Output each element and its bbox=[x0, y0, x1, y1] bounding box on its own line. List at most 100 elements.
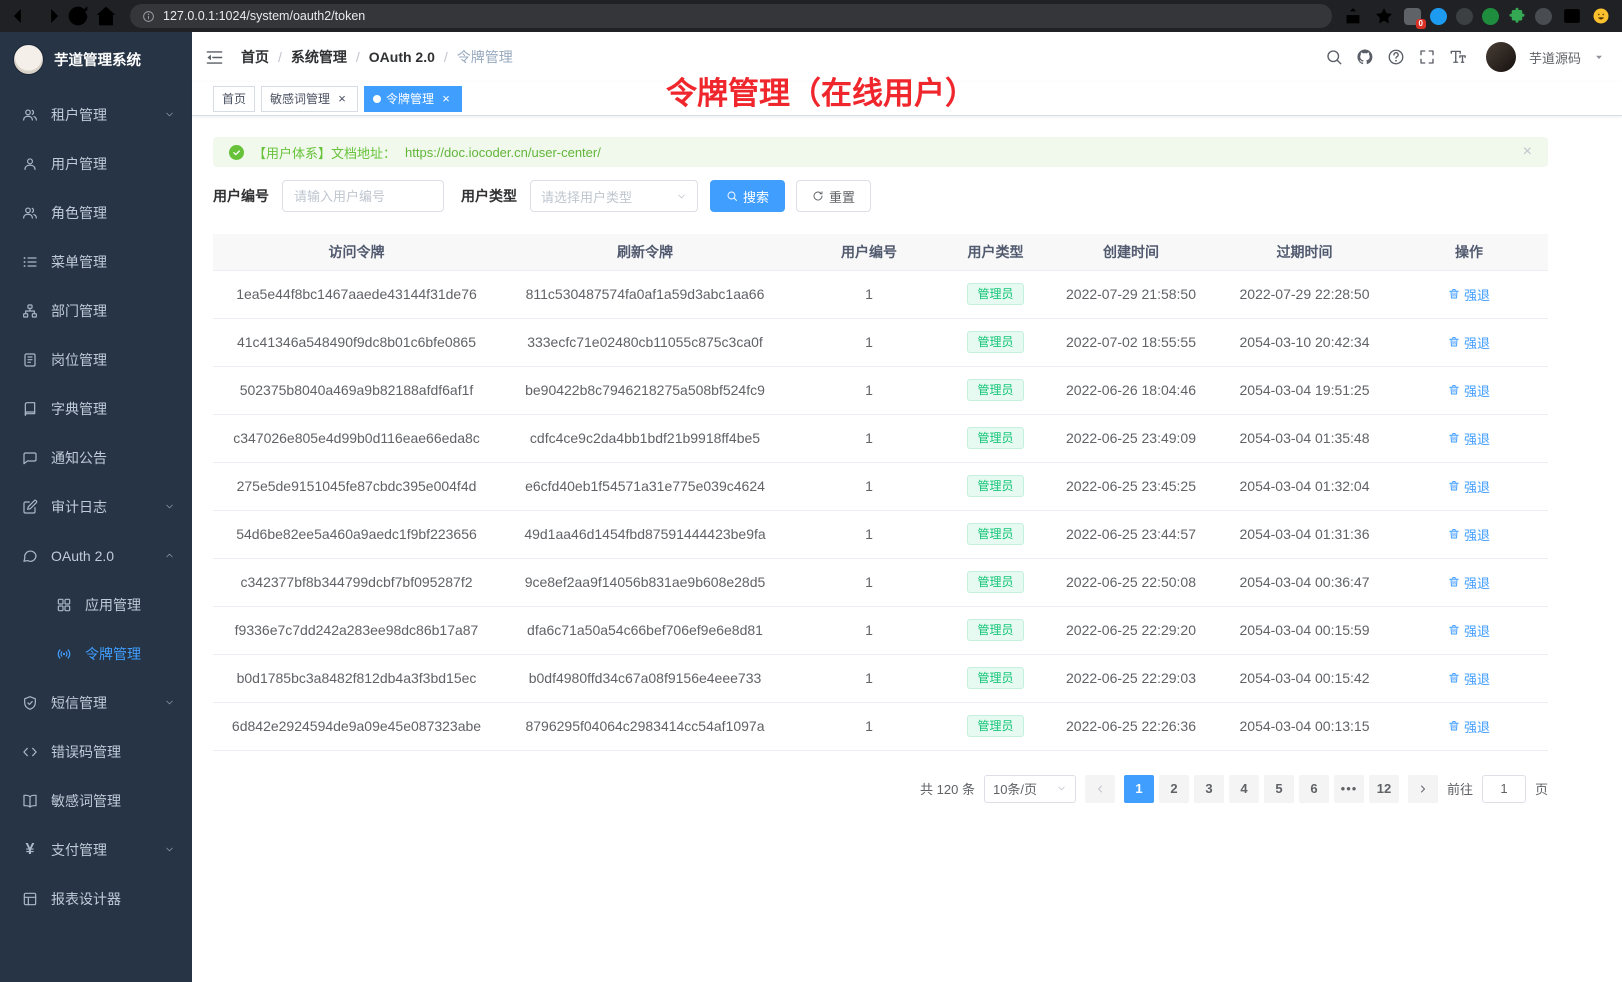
create-time-cell: 2022-06-25 22:26:36 bbox=[1043, 702, 1219, 750]
table-row: 6d842e2924594de9a09e45e087323abe8796295f… bbox=[213, 702, 1548, 750]
pager-page-4[interactable]: 4 bbox=[1229, 775, 1259, 803]
alert-close-icon[interactable]: × bbox=[1523, 143, 1532, 161]
goto-page-input[interactable] bbox=[1482, 775, 1526, 803]
extension-blue-icon[interactable] bbox=[1430, 8, 1447, 25]
breadcrumb-oauth[interactable]: OAuth 2.0 bbox=[369, 49, 435, 65]
sidebar-item-sms[interactable]: 短信管理 bbox=[0, 678, 192, 727]
force-logout-button[interactable]: 强退 bbox=[1448, 669, 1490, 688]
sidebar-item-label: 令牌管理 bbox=[85, 644, 175, 664]
user-type-tag: 管理员 bbox=[967, 379, 1023, 401]
sidebar-item-report[interactable]: 报表设计器 bbox=[0, 874, 192, 923]
search-icon[interactable] bbox=[1325, 48, 1343, 66]
home-icon[interactable] bbox=[92, 3, 120, 29]
tab-home[interactable]: 首页 bbox=[213, 86, 255, 112]
collapse-sidebar-icon[interactable] bbox=[205, 48, 224, 67]
edit-icon bbox=[21, 499, 39, 515]
url-text: 127.0.0.1:1024/system/oauth2/token bbox=[163, 9, 365, 23]
sidebar-item-dict[interactable]: 字典管理 bbox=[0, 384, 192, 433]
page-size-select[interactable]: 10条/页 bbox=[984, 775, 1076, 803]
trash-icon bbox=[1448, 384, 1460, 396]
action-cell: 强退 bbox=[1390, 270, 1548, 318]
user-id-cell: 1 bbox=[790, 414, 948, 462]
pager-page-5[interactable]: 5 bbox=[1264, 775, 1294, 803]
force-logout-button[interactable]: 强退 bbox=[1448, 621, 1490, 640]
sidebar-item-label: 错误码管理 bbox=[51, 742, 175, 762]
site-info-icon[interactable] bbox=[142, 10, 155, 23]
extensions-puzzle-icon[interactable] bbox=[1508, 7, 1526, 25]
sidebar-item-role[interactable]: 角色管理 bbox=[0, 188, 192, 237]
expire-time-cell: 2054-03-04 01:31:36 bbox=[1219, 510, 1390, 558]
sidebar-item-tenant[interactable]: 租户管理 bbox=[0, 90, 192, 139]
pager-page-12[interactable]: 12 bbox=[1369, 775, 1399, 803]
sidebar-item-notice[interactable]: 通知公告 bbox=[0, 433, 192, 482]
force-logout-button[interactable]: 强退 bbox=[1448, 525, 1490, 544]
user-avatar[interactable] bbox=[1486, 42, 1516, 72]
user-name[interactable]: 芋道源码 bbox=[1529, 48, 1581, 67]
action-cell: 强退 bbox=[1390, 366, 1548, 414]
fullscreen-icon[interactable] bbox=[1418, 48, 1436, 66]
font-size-icon[interactable] bbox=[1449, 48, 1467, 66]
sidebar-item-menu[interactable]: 菜单管理 bbox=[0, 237, 192, 286]
sidebar-item-oauth2[interactable]: OAuth 2.0 bbox=[0, 531, 192, 580]
sidebar-item-user[interactable]: 用户管理 bbox=[0, 139, 192, 188]
sidebar-item-audit-log[interactable]: 审计日志 bbox=[0, 482, 192, 531]
pager-page-2[interactable]: 2 bbox=[1159, 775, 1189, 803]
github-icon[interactable] bbox=[1356, 48, 1374, 66]
pager-next-button[interactable] bbox=[1408, 775, 1438, 803]
bookmark-star-icon[interactable] bbox=[1373, 3, 1395, 29]
close-icon[interactable]: × bbox=[335, 92, 349, 106]
extension-green-icon[interactable] bbox=[1482, 8, 1499, 25]
pager-more-button[interactable]: ••• bbox=[1334, 775, 1364, 803]
tab-sensitive-word[interactable]: 敏感词管理 × bbox=[261, 86, 358, 112]
sidebar-item-pay[interactable]: ¥支付管理 bbox=[0, 825, 192, 874]
force-logout-button[interactable]: 强退 bbox=[1448, 717, 1490, 736]
tab-token[interactable]: 令牌管理 × bbox=[364, 86, 462, 112]
trash-icon bbox=[1448, 576, 1460, 588]
create-time-cell: 2022-06-25 23:45:25 bbox=[1043, 462, 1219, 510]
access-token-cell: b0d1785bc3a8482f812db4a3f3bd15ec bbox=[213, 654, 500, 702]
pager-page-1[interactable]: 1 bbox=[1124, 775, 1154, 803]
breadcrumb-system[interactable]: 系统管理 bbox=[291, 47, 347, 67]
share-icon[interactable] bbox=[1342, 3, 1364, 29]
extension-dark-icon[interactable] bbox=[1456, 8, 1473, 25]
help-icon[interactable] bbox=[1387, 48, 1405, 66]
doc-link[interactable]: https://doc.iocoder.cn/user-center/ bbox=[405, 145, 601, 160]
user-type-tag: 管理员 bbox=[967, 523, 1023, 545]
breadcrumb-home[interactable]: 首页 bbox=[241, 47, 269, 67]
pager-prev-button[interactable] bbox=[1085, 775, 1115, 803]
user-type-tag: 管理员 bbox=[967, 715, 1023, 737]
extension-badge-icon[interactable]: 0 bbox=[1404, 8, 1421, 25]
expire-time-cell: 2022-07-29 22:28:50 bbox=[1219, 270, 1390, 318]
pager-page-3[interactable]: 3 bbox=[1194, 775, 1224, 803]
user-id-input[interactable] bbox=[282, 180, 444, 212]
split-view-icon[interactable] bbox=[1561, 3, 1583, 29]
force-logout-button[interactable]: 强退 bbox=[1448, 333, 1490, 352]
sidebar-item-error-code[interactable]: 错误码管理 bbox=[0, 727, 192, 776]
app-logo[interactable]: 芋道管理系统 bbox=[0, 32, 192, 86]
force-logout-button[interactable]: 强退 bbox=[1448, 429, 1490, 448]
refresh-token-cell: 811c530487574fa0af1a59d3abc1aa66 bbox=[500, 270, 790, 318]
search-button[interactable]: 搜索 bbox=[710, 180, 785, 212]
force-logout-button[interactable]: 强退 bbox=[1448, 285, 1490, 304]
force-logout-button[interactable]: 强退 bbox=[1448, 573, 1490, 592]
extension-dark2-icon[interactable] bbox=[1535, 8, 1552, 25]
col-expire-time: 过期时间 bbox=[1219, 234, 1390, 270]
caret-down-icon[interactable] bbox=[1594, 52, 1604, 62]
sidebar-item-oauth2-token[interactable]: 令牌管理 bbox=[0, 629, 192, 678]
forward-icon[interactable] bbox=[36, 3, 64, 29]
sidebar-item-dept[interactable]: 部门管理 bbox=[0, 286, 192, 335]
url-bar[interactable]: 127.0.0.1:1024/system/oauth2/token bbox=[130, 4, 1332, 28]
user-type-select[interactable]: 请选择用户类型 bbox=[530, 180, 698, 212]
profile-avatar-icon[interactable] bbox=[1592, 7, 1610, 25]
force-logout-button[interactable]: 强退 bbox=[1448, 477, 1490, 496]
user-id-cell: 1 bbox=[790, 270, 948, 318]
reload-icon[interactable] bbox=[64, 3, 92, 29]
back-icon[interactable] bbox=[8, 3, 36, 29]
sidebar-item-oauth2-app[interactable]: 应用管理 bbox=[0, 580, 192, 629]
force-logout-button[interactable]: 强退 bbox=[1448, 381, 1490, 400]
reset-button[interactable]: 重置 bbox=[796, 180, 871, 212]
pager-page-6[interactable]: 6 bbox=[1299, 775, 1329, 803]
sidebar-item-post[interactable]: 岗位管理 bbox=[0, 335, 192, 384]
close-icon[interactable]: × bbox=[439, 92, 453, 106]
sidebar-item-sensitive-word[interactable]: 敏感词管理 bbox=[0, 776, 192, 825]
